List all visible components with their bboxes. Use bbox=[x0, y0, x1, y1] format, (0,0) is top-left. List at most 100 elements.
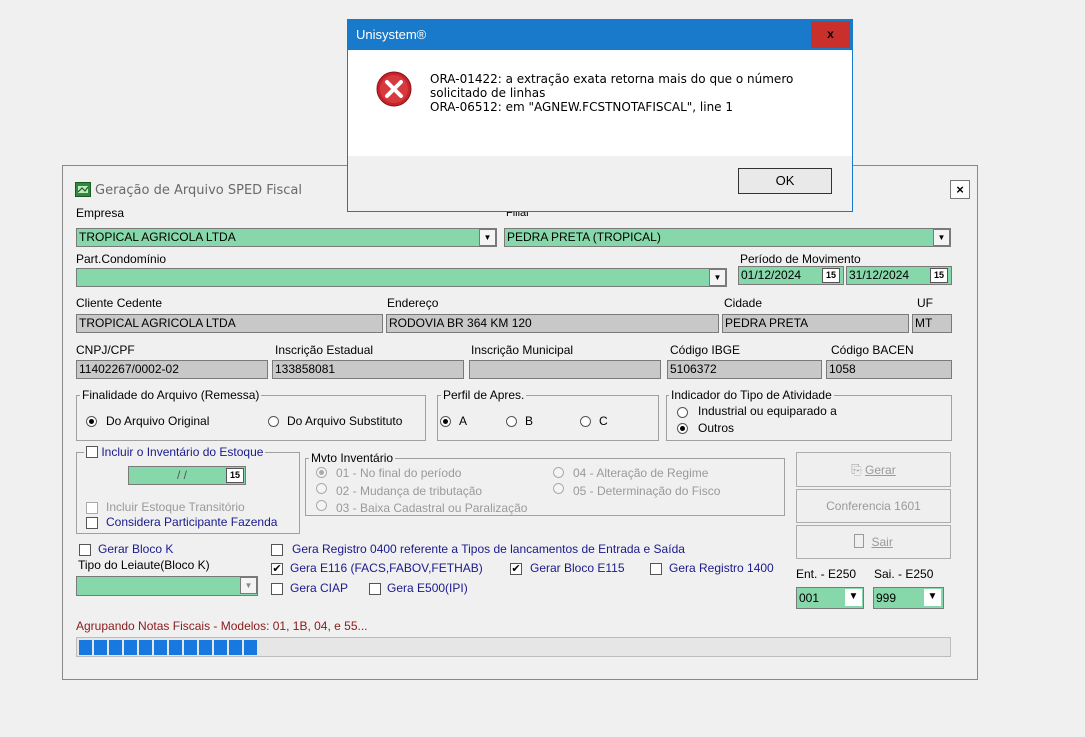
atividade-outros-label: Outros bbox=[698, 421, 735, 435]
ie-label: Inscrição Estadual bbox=[275, 343, 374, 357]
window-title: Geração de Arquivo SPED Fiscal bbox=[95, 183, 302, 198]
mvto-01-label: 01 - No final do período bbox=[336, 466, 462, 480]
progress-bar bbox=[76, 637, 951, 657]
e116-checkbox[interactable]: ✔ bbox=[271, 563, 283, 575]
atividade-outros-radio[interactable] bbox=[677, 423, 688, 434]
error-line-1: ORA-01422: a extração exata retorna mais… bbox=[430, 72, 794, 86]
reg1400-checkbox[interactable] bbox=[650, 563, 662, 575]
dialog-titlebar: Unisystem® x bbox=[348, 20, 852, 50]
gerar-button[interactable]: ⎘ Gerar bbox=[796, 452, 951, 487]
bloco-k-checkbox[interactable] bbox=[79, 544, 91, 556]
bacen-field: 1058 bbox=[826, 360, 952, 379]
error-message: ORA-01422: a extração exata retorna mais… bbox=[430, 72, 793, 114]
participante-fazenda-label: Considera Participante Fazenda bbox=[106, 515, 278, 529]
inventario-label: Incluir o Inventário do Estoque bbox=[101, 445, 264, 459]
mvto-03-radio[interactable] bbox=[316, 500, 327, 511]
ent-e250-dropdown-icon[interactable]: ▼ bbox=[845, 589, 862, 606]
mvto-01-radio[interactable] bbox=[316, 467, 327, 478]
atividade-label: Indicador do Tipo de Atividade bbox=[669, 388, 834, 402]
endereco-label: Endereço bbox=[387, 296, 439, 310]
dialog-close-button[interactable]: x bbox=[811, 21, 850, 48]
empresa-dropdown-icon[interactable]: ▼ bbox=[479, 229, 496, 246]
e500-label: Gera E500(IPI) bbox=[387, 581, 468, 595]
perfil-c-radio[interactable] bbox=[580, 416, 591, 427]
progress-block bbox=[214, 640, 227, 655]
uf-label: UF bbox=[917, 296, 933, 310]
ok-button[interactable]: OK bbox=[738, 168, 832, 194]
bloco-k-label: Gerar Bloco K bbox=[98, 542, 174, 556]
finalidade-original-radio[interactable] bbox=[86, 416, 97, 427]
mvto-04-radio[interactable] bbox=[553, 467, 564, 478]
atividade-industrial-radio[interactable] bbox=[677, 407, 688, 418]
e116-label: Gera E116 (FACS,FABOV,FETHAB) bbox=[290, 561, 483, 575]
perfil-c-label: C bbox=[599, 414, 608, 428]
part-condominio-select[interactable] bbox=[76, 268, 727, 287]
cnpj-field: 11402267/0002-02 bbox=[76, 360, 268, 379]
part-condominio-label: Part.Condomínio bbox=[76, 252, 167, 266]
perfil-a-radio[interactable] bbox=[440, 416, 451, 427]
e500-checkbox[interactable] bbox=[369, 583, 381, 595]
calendar-icon[interactable]: 15 bbox=[822, 268, 840, 283]
uf-field: MT bbox=[912, 314, 952, 333]
inventario-header: Incluir o Inventário do Estoque bbox=[84, 445, 266, 459]
empresa-select[interactable]: TROPICAL AGRICOLA LTDA bbox=[76, 228, 497, 247]
progress-block bbox=[124, 640, 137, 655]
estoque-transitorio-label: Incluir Estoque Transitório bbox=[106, 500, 245, 514]
finalidade-original-label: Do Arquivo Original bbox=[106, 414, 210, 428]
perfil-a-label: A bbox=[459, 414, 468, 428]
filial-dropdown-icon[interactable]: ▼ bbox=[933, 229, 950, 246]
error-line-3: ORA-06512: em "AGNEW.FCSTNOTAFISCAL", li… bbox=[430, 100, 734, 114]
reg0400-label: Gera Registro 0400 referente a Tipos de … bbox=[292, 542, 685, 556]
ibge-label: Código IBGE bbox=[670, 343, 741, 357]
reg0400-checkbox[interactable] bbox=[271, 544, 283, 556]
filial-select[interactable]: PEDRA PRETA (TROPICAL) bbox=[504, 228, 951, 247]
mvto-label: Mvto Inventário bbox=[309, 451, 396, 465]
progress-block bbox=[184, 640, 197, 655]
mvto-02-radio[interactable] bbox=[316, 483, 327, 494]
cidade-field: PEDRA PRETA bbox=[722, 314, 909, 333]
sai-e250-dropdown-icon[interactable]: ▼ bbox=[924, 589, 941, 606]
perfil-b-radio[interactable] bbox=[506, 416, 517, 427]
progress-block bbox=[79, 640, 92, 655]
dialog-body: ORA-01422: a extração exata retorna mais… bbox=[348, 50, 852, 156]
cliente-field: TROPICAL AGRICOLA LTDA bbox=[76, 314, 383, 333]
tipo-leiaute-select[interactable] bbox=[76, 576, 258, 596]
part-dropdown-icon[interactable]: ▼ bbox=[709, 269, 726, 286]
e115-checkbox[interactable]: ✔ bbox=[510, 563, 522, 575]
finalidade-substituto-radio[interactable] bbox=[268, 416, 279, 427]
status-text: Agrupando Notas Fiscais - Modelos: 01, 1… bbox=[76, 619, 368, 633]
mvto-03-label: 03 - Baixa Cadastral ou Paralização bbox=[336, 501, 528, 515]
progress-block bbox=[244, 640, 257, 655]
mvto-04-label: 04 - Alteração de Regime bbox=[573, 466, 709, 480]
sair-button[interactable]: Sair bbox=[796, 525, 951, 559]
mvto-05-radio[interactable] bbox=[553, 483, 564, 494]
ent-e250-label: Ent. - E250 bbox=[796, 567, 857, 581]
endereco-field: RODOVIA BR 364 KM 120 bbox=[386, 314, 719, 333]
tipo-leiaute-dropdown-icon[interactable]: ▼ bbox=[240, 577, 257, 594]
perfil-label: Perfil de Apres. bbox=[441, 388, 527, 402]
ciap-checkbox[interactable] bbox=[271, 583, 283, 595]
estoque-transitorio-checkbox[interactable] bbox=[86, 502, 98, 514]
bacen-label: Código BACEN bbox=[831, 343, 914, 357]
error-dialog: Unisystem® x ORA-01422: a extração exata… bbox=[347, 19, 853, 212]
participante-fazenda-checkbox[interactable] bbox=[86, 517, 98, 529]
window-close-button[interactable]: × bbox=[950, 180, 970, 199]
mvto-05-label: 05 - Determinação do Fisco bbox=[573, 484, 721, 498]
im-field bbox=[469, 360, 661, 379]
ie-field: 133858081 bbox=[272, 360, 464, 379]
calendar-icon[interactable]: 15 bbox=[226, 468, 244, 483]
inventario-checkbox[interactable] bbox=[86, 446, 98, 458]
perfil-b-label: B bbox=[525, 414, 534, 428]
calendar-icon[interactable]: 15 bbox=[930, 268, 948, 283]
ibge-field: 5106372 bbox=[667, 360, 822, 379]
mvto-02-label: 02 - Mudança de tributação bbox=[336, 484, 483, 498]
progress-block bbox=[94, 640, 107, 655]
conferencia-button[interactable]: Conferencia 1601 bbox=[796, 489, 951, 523]
sair-label: Sair bbox=[871, 535, 893, 549]
ciap-label: Gera CIAP bbox=[290, 581, 349, 595]
cnpj-label: CNPJ/CPF bbox=[76, 343, 135, 357]
cliente-label: Cliente Cedente bbox=[76, 296, 163, 310]
progress-block bbox=[109, 640, 122, 655]
error-icon bbox=[376, 71, 412, 107]
atividade-industrial-label: Industrial ou equiparado a bbox=[698, 404, 837, 418]
